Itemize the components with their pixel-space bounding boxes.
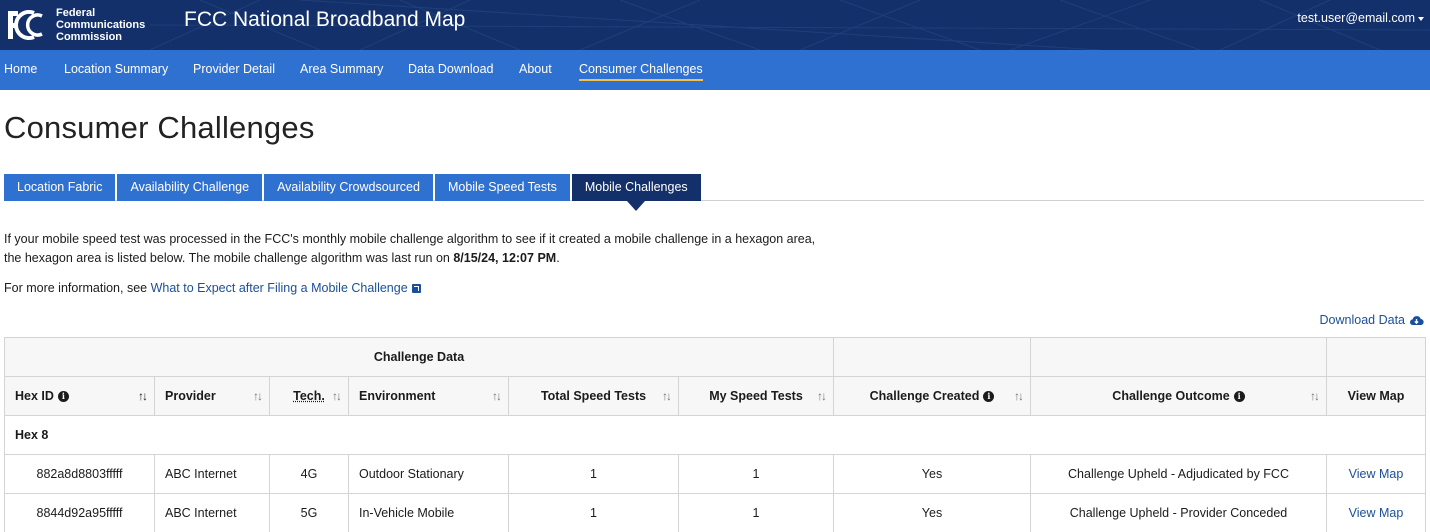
- site-header: Federal Communications Commission FCC Na…: [0, 0, 1430, 50]
- col-environment-label: Environment: [359, 389, 436, 403]
- cell-challenge-outcome: Challenge Upheld - Adjudicated by FCC: [1030, 454, 1327, 494]
- tab-mobile-speed-tests[interactable]: Mobile Speed Tests: [434, 174, 570, 201]
- cell-tech: 4G: [269, 454, 349, 494]
- sort-icon[interactable]: ↑↓: [1310, 389, 1320, 403]
- challenge-data-group-header: Challenge Data: [4, 337, 834, 377]
- sort-icon[interactable]: ↑↓: [662, 389, 672, 403]
- nav-area-summary[interactable]: Area Summary: [300, 50, 383, 90]
- col-view-map-label: View Map: [1347, 389, 1405, 403]
- agency-name: Federal Communications Commission: [56, 7, 146, 43]
- sort-icon[interactable]: ↑↓: [1014, 389, 1024, 403]
- tab-availability-crowdsourced[interactable]: Availability Crowdsourced: [264, 174, 433, 201]
- table-row: 882a8d8803fffff ABC Internet 4G Outdoor …: [4, 454, 1426, 494]
- col-challenge-outcome-label: Challenge Outcome: [1112, 389, 1230, 403]
- col-my-speed-tests[interactable]: My Speed Tests ↑↓: [678, 376, 834, 416]
- challenges-table: Challenge Data Hex ID i ↑↓ Provider ↑↓ Tech…: [4, 337, 1426, 532]
- more-info: For more information, see What to Expect…: [4, 281, 421, 295]
- col-environment[interactable]: Environment ↑↓: [348, 376, 509, 416]
- cell-provider: ABC Internet: [154, 493, 270, 532]
- info-icon[interactable]: i: [57, 390, 69, 402]
- description: If your mobile speed test was processed …: [4, 230, 834, 268]
- col-challenge-outcome[interactable]: Challenge Outcome i ↑↓: [1030, 376, 1327, 416]
- sort-icon[interactable]: ↑↓: [332, 389, 342, 403]
- user-menu[interactable]: test.user@email.com: [1297, 11, 1424, 25]
- nav-consumer-challenges[interactable]: Consumer Challenges: [579, 50, 703, 90]
- download-data-label: Download Data: [1319, 313, 1405, 327]
- cell-hex-id: 8844d92a95fffff: [4, 493, 155, 532]
- cell-provider: ABC Internet: [154, 454, 270, 494]
- col-my-speed-tests-label: My Speed Tests: [709, 389, 803, 403]
- sort-icon[interactable]: ↑↓: [492, 389, 502, 403]
- cell-hex-id: 882a8d8803fffff: [4, 454, 155, 494]
- col-view-map: View Map: [1326, 376, 1426, 416]
- tab-availability-challenge[interactable]: Availability Challenge: [117, 174, 263, 201]
- table-group-row: Hex 8: [4, 415, 1426, 455]
- main-nav: Home Location Summary Provider Detail Ar…: [0, 50, 1430, 90]
- cell-tech: 5G: [269, 493, 349, 532]
- fcc-brand[interactable]: Federal Communications Commission: [4, 2, 145, 48]
- cloud-download-icon: [1409, 315, 1424, 325]
- nav-provider-detail[interactable]: Provider Detail: [193, 50, 275, 90]
- cell-environment: In-Vehicle Mobile: [348, 493, 509, 532]
- col-provider-label: Provider: [165, 389, 216, 403]
- col-challenge-created-label: Challenge Created: [869, 389, 980, 403]
- info-icon[interactable]: i: [1233, 390, 1245, 402]
- cell-environment: Outdoor Stationary: [348, 454, 509, 494]
- cell-my-speed-tests: 1: [678, 493, 834, 532]
- cell-view-map: View Map: [1326, 493, 1426, 532]
- cell-view-map: View Map: [1326, 454, 1426, 494]
- table-row: 8844d92a95fffff ABC Internet 5G In-Vehic…: [4, 493, 1426, 532]
- download-data-button[interactable]: Download Data: [1320, 313, 1424, 327]
- tab-location-fabric[interactable]: Location Fabric: [4, 174, 116, 201]
- view-map-link[interactable]: View Map: [1349, 506, 1404, 520]
- page-title: Consumer Challenges: [4, 110, 315, 145]
- col-provider[interactable]: Provider ↑↓: [154, 376, 270, 416]
- external-link-icon: [411, 283, 421, 293]
- fcc-logo: [8, 10, 43, 40]
- algorithm-run-date: 8/15/24, 12:07 PM: [453, 251, 557, 265]
- col-total-speed-tests[interactable]: Total Speed Tests ↑↓: [508, 376, 679, 416]
- cell-total-speed-tests: 1: [508, 493, 679, 532]
- caret-down-icon: [1418, 16, 1424, 21]
- group-header-spacer: [1030, 337, 1327, 377]
- group-header-spacer: [833, 337, 1031, 377]
- info-icon[interactable]: i: [983, 390, 995, 402]
- tab-mobile-challenges[interactable]: Mobile Challenges: [571, 174, 701, 211]
- cell-challenge-created: Yes: [833, 493, 1031, 532]
- col-challenge-created[interactable]: Challenge Created i ↑↓: [833, 376, 1031, 416]
- sort-icon[interactable]: ↑↓: [138, 389, 148, 403]
- sort-icon[interactable]: ↑↓: [253, 389, 263, 403]
- user-email: test.user@email.com: [1297, 11, 1415, 25]
- col-hex-id-label: Hex ID: [15, 389, 54, 403]
- col-tech-label: Tech.: [293, 389, 325, 403]
- nav-data-download[interactable]: Data Download: [408, 50, 493, 90]
- cell-challenge-created: Yes: [833, 454, 1031, 494]
- cell-my-speed-tests: 1: [678, 454, 834, 494]
- mobile-challenge-info-link[interactable]: What to Expect after Filing a Mobile Cha…: [151, 281, 408, 295]
- hex-group-label: Hex 8: [4, 415, 1426, 455]
- description-end: .: [556, 251, 560, 265]
- nav-about[interactable]: About: [519, 50, 552, 90]
- cell-challenge-outcome: Challenge Upheld - Provider Conceded: [1030, 493, 1327, 532]
- col-hex-id[interactable]: Hex ID i ↑↓: [4, 376, 155, 416]
- more-info-prefix: For more information, see: [4, 281, 148, 295]
- col-tech[interactable]: Tech. ↑↓: [269, 376, 349, 416]
- cell-total-speed-tests: 1: [508, 454, 679, 494]
- col-total-speed-tests-label: Total Speed Tests: [540, 389, 647, 403]
- view-map-link[interactable]: View Map: [1349, 467, 1404, 481]
- nav-location-summary[interactable]: Location Summary: [64, 50, 168, 90]
- nav-home[interactable]: Home: [4, 50, 37, 90]
- sort-icon[interactable]: ↑↓: [817, 389, 827, 403]
- app-title: FCC National Broadband Map: [184, 8, 466, 31]
- group-header-spacer: [1326, 337, 1426, 377]
- challenge-tabs: Location Fabric Availability Challenge A…: [4, 174, 703, 211]
- description-text: If your mobile speed test was processed …: [4, 232, 816, 265]
